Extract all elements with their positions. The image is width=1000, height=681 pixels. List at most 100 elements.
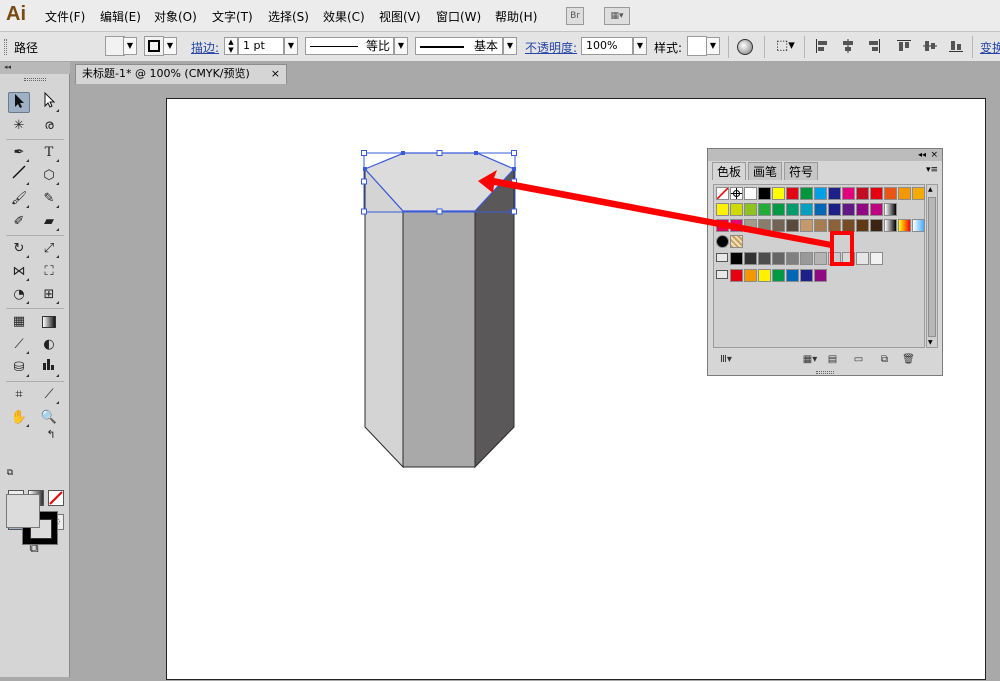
fill-color-box[interactable]	[6, 494, 40, 528]
blob-brush-tool[interactable]: ✐	[8, 211, 30, 232]
magic-wand-tool[interactable]: ✳	[8, 115, 30, 136]
gray-swatch[interactable]	[730, 252, 743, 265]
color-swatch[interactable]	[842, 203, 855, 216]
graphic-style-dropdown[interactable]: ▼	[706, 37, 720, 55]
fill-dropdown[interactable]: ▼	[123, 37, 137, 55]
selection-tool[interactable]	[8, 92, 30, 113]
rotate-tool[interactable]: ↻	[8, 238, 30, 259]
color-swatch[interactable]	[744, 203, 757, 216]
color-swatch[interactable]	[730, 203, 743, 216]
prism-right-face[interactable]	[474, 167, 515, 469]
color-swatch[interactable]	[814, 269, 827, 282]
color-swatch[interactable]	[786, 219, 799, 232]
gradient-swatch[interactable]	[884, 203, 897, 216]
gray-swatch[interactable]	[744, 252, 757, 265]
align-vertical-center-icon[interactable]	[923, 39, 937, 53]
menu-file[interactable]: 文件(F)	[45, 8, 85, 25]
graphic-style-swatch[interactable]	[687, 36, 707, 56]
close-icon[interactable]: ×	[930, 149, 938, 161]
align-bottom-icon[interactable]	[949, 39, 963, 53]
workspace-layout-icon[interactable]: ▦▾	[604, 7, 630, 25]
gray-swatch[interactable]	[758, 252, 771, 265]
opacity-dropdown[interactable]: ▼	[633, 37, 647, 55]
pencil-tool[interactable]: ✎	[38, 188, 60, 209]
swatch-none[interactable]	[716, 187, 729, 200]
color-swatch[interactable]	[786, 187, 799, 200]
color-swatch[interactable]	[870, 219, 883, 232]
panel-resize-grip[interactable]	[816, 371, 834, 374]
color-swatch[interactable]	[814, 187, 827, 200]
color-swatch[interactable]	[744, 219, 757, 232]
color-swatch[interactable]	[828, 187, 841, 200]
perspective-grid-tool[interactable]: ⊞	[38, 284, 60, 305]
opacity-link[interactable]: 不透明度:	[525, 39, 577, 56]
gradient-swatch[interactable]	[898, 219, 911, 232]
scale-tool[interactable]: ⤢	[38, 238, 60, 259]
menu-edit[interactable]: 编辑(E)	[100, 8, 141, 25]
color-swatch[interactable]	[814, 203, 827, 216]
gradient-tool[interactable]	[38, 311, 60, 332]
brush-definition[interactable]: 基本	[415, 37, 503, 55]
gray-swatch[interactable]	[870, 252, 883, 265]
color-swatch[interactable]	[758, 187, 771, 200]
gray-swatch[interactable]	[800, 252, 813, 265]
variable-width-profile[interactable]: 等比	[305, 37, 394, 55]
color-swatch[interactable]	[856, 203, 869, 216]
tab-swatches[interactable]: 色板	[712, 162, 746, 180]
color-swatch[interactable]	[730, 219, 743, 232]
swap-fill-stroke-icon[interactable]: ↰	[44, 428, 58, 442]
menu-help[interactable]: 帮助(H)	[495, 8, 537, 25]
swatch-scrollbar[interactable]: ▲ ▼	[926, 184, 938, 348]
control-grip[interactable]	[4, 39, 7, 55]
lasso-tool[interactable]: ര	[38, 115, 60, 136]
align-horizontal-center-icon[interactable]	[841, 39, 855, 53]
color-swatch[interactable]	[716, 203, 729, 216]
color-swatch[interactable]	[744, 269, 757, 282]
mesh-tool[interactable]: ▦	[8, 311, 30, 332]
swatch-pattern[interactable]	[730, 235, 743, 248]
gray-swatch[interactable]	[814, 252, 827, 265]
color-swatch[interactable]	[800, 203, 813, 216]
gray-swatch[interactable]	[856, 252, 869, 265]
menu-object[interactable]: 对象(O)	[154, 8, 197, 25]
gray-swatch[interactable]	[772, 252, 785, 265]
swatch-gradient-radial[interactable]	[716, 235, 729, 248]
prism-left-face[interactable]	[364, 167, 404, 469]
free-transform-tool[interactable]: ⛶	[38, 261, 60, 282]
blend-tool[interactable]: ◐	[38, 334, 60, 355]
align-top-icon[interactable]	[897, 39, 911, 53]
opacity-field[interactable]: 100%	[581, 37, 633, 55]
line-segment-tool[interactable]	[8, 165, 30, 186]
direct-selection-tool[interactable]	[38, 91, 60, 113]
swatch-libraries-icon[interactable]: Ⅲ▾	[716, 354, 736, 366]
hand-tool[interactable]: ✋	[8, 407, 30, 428]
show-swatch-kinds-icon[interactable]: ▦▾	[801, 354, 819, 366]
zoom-tool[interactable]: 🔍	[38, 407, 60, 428]
new-swatch-icon[interactable]: ⧉	[878, 354, 891, 366]
stroke-weight-stepper[interactable]: ▲ ▼	[224, 37, 238, 55]
profile-dropdown[interactable]: ▼	[394, 37, 408, 55]
color-swatch[interactable]	[800, 269, 813, 282]
color-swatch[interactable]	[912, 187, 925, 200]
tab-symbols[interactable]: 符号	[784, 162, 818, 180]
scroll-up-icon[interactable]: ▲	[928, 186, 933, 193]
swatch-options-icon[interactable]: ▤	[826, 354, 839, 366]
color-swatch[interactable]	[828, 203, 841, 216]
delete-swatch-icon[interactable]: 🗑	[902, 354, 915, 366]
color-swatch[interactable]	[730, 269, 743, 282]
paintbrush-tool[interactable]: 🖌	[8, 188, 30, 209]
close-icon[interactable]: ×	[271, 65, 280, 83]
slice-tool[interactable]: ⟋	[38, 384, 60, 405]
color-swatch[interactable]	[744, 187, 757, 200]
brush-dropdown[interactable]: ▼	[503, 37, 517, 55]
stroke-dropdown[interactable]: ▼	[163, 37, 177, 55]
eyedropper-tool[interactable]: ⟋	[8, 334, 30, 355]
scrollbar-thumb[interactable]	[928, 197, 936, 337]
color-swatch[interactable]	[856, 219, 869, 232]
select-similar-icon[interactable]: ⬚▾	[776, 38, 795, 53]
color-swatch[interactable]	[716, 219, 729, 232]
color-swatch[interactable]	[772, 203, 785, 216]
color-swatch[interactable]	[884, 187, 897, 200]
default-fill-stroke-icon[interactable]: ⧉	[4, 467, 16, 479]
document-tab[interactable]: 未标题-1* @ 100% (CMYK/预览) ×	[75, 64, 287, 84]
